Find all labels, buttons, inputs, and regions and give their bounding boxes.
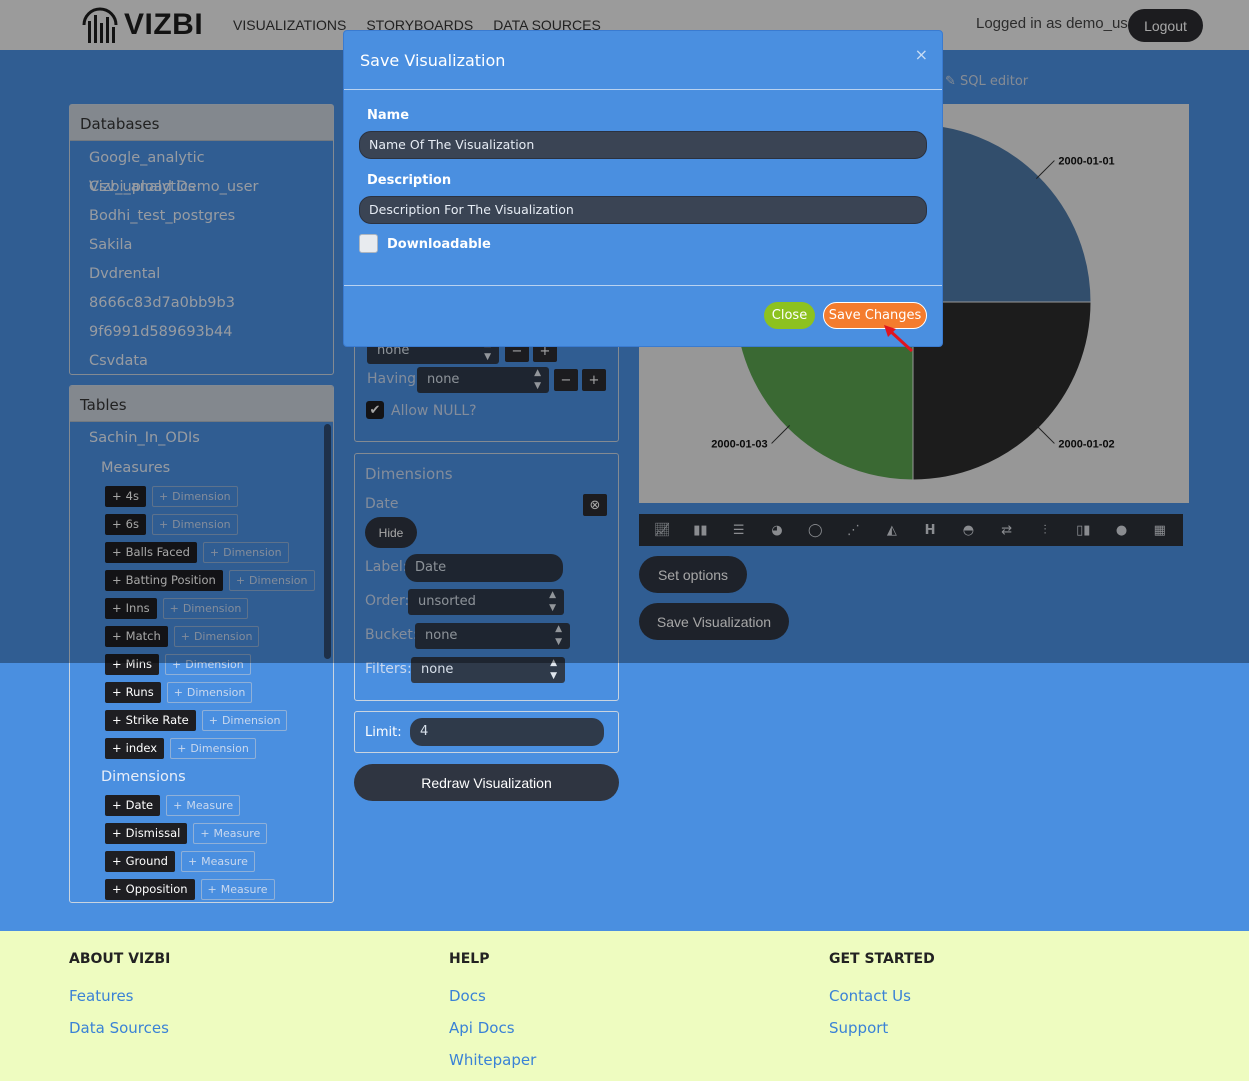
field-pill[interactable]: + Dismissal	[105, 822, 188, 844]
field-row: + Dismissal + Measure	[70, 819, 333, 847]
dimensions-heading: Dimensions	[101, 769, 186, 785]
field-row: + index + Dimension	[70, 734, 333, 762]
field-switch-label: Dimension	[190, 741, 249, 755]
footer-get-started: GET STARTED Contact Us Support	[829, 951, 935, 1050]
field-row: + Ground + Measure	[70, 847, 333, 875]
footer-started-title: GET STARTED	[829, 951, 935, 967]
footer-help-title: HELP	[449, 951, 490, 967]
description-input[interactable]: Description For The Visualization	[359, 196, 927, 224]
modal-divider-bottom	[344, 285, 942, 286]
field-pill[interactable]: + Ground	[105, 850, 175, 872]
plus-icon: +	[173, 685, 183, 699]
field-switch-label: Measure	[213, 826, 261, 840]
redraw-visualization-button[interactable]: Redraw Visualization	[354, 764, 619, 801]
limit-label: Limit:	[365, 725, 402, 740]
field-pill-label: index	[125, 740, 158, 755]
description-label: Description	[367, 173, 452, 188]
footer-link-data-sources[interactable]: Data Sources	[69, 1018, 170, 1050]
modal-close-icon[interactable]: ×	[915, 45, 928, 64]
field-switch-button[interactable]: + Measure	[180, 850, 255, 872]
plus-icon: +	[112, 712, 122, 727]
footer-link-support[interactable]: Support	[829, 1018, 935, 1050]
modal-title: Save Visualization	[360, 51, 506, 70]
plus-icon: +	[112, 881, 122, 896]
field-pill-label: Opposition	[125, 881, 188, 896]
field-row: + Date + Measure	[70, 791, 333, 819]
filters-label: Filters:	[365, 661, 412, 677]
plus-icon: +	[112, 684, 122, 699]
filters-select-value: none	[421, 662, 454, 677]
close-button[interactable]: Close	[764, 302, 815, 329]
field-pill[interactable]: + index	[105, 737, 165, 759]
footer-link-contact-us[interactable]: Contact Us	[829, 986, 935, 1018]
name-input[interactable]: Name Of The Visualization	[359, 131, 927, 159]
field-row: + Strike Rate + Dimension	[70, 706, 333, 734]
footer-link-whitepaper[interactable]: Whitepaper	[449, 1050, 536, 1081]
field-pill[interactable]: + Runs	[105, 681, 161, 703]
plus-icon: +	[200, 826, 210, 840]
limit-panel: Limit: 4	[354, 711, 619, 753]
field-switch-button[interactable]: + Dimension	[201, 709, 288, 731]
plus-icon: +	[112, 853, 122, 868]
cursor-arrow-icon	[884, 325, 914, 353]
footer-about-title: ABOUT VIZBI	[69, 951, 171, 967]
field-switch-button[interactable]: + Dimension	[170, 737, 256, 759]
field-pill-label: Runs	[125, 684, 154, 699]
field-pill[interactable]: + Date	[105, 794, 161, 816]
field-switch-button[interactable]: + Measure	[200, 878, 275, 900]
plus-icon: +	[208, 713, 218, 727]
footer-link-docs[interactable]: Docs	[449, 986, 536, 1018]
limit-input[interactable]: 4	[410, 718, 604, 746]
field-switch-button[interactable]: + Dimension	[166, 681, 253, 703]
field-pill[interactable]: + Strike Rate	[105, 709, 196, 731]
field-switch-button[interactable]: + Measure	[166, 794, 241, 816]
footer-link-api-docs[interactable]: Api Docs	[449, 1018, 536, 1050]
modal-divider-top	[344, 89, 942, 90]
field-switch-label: Measure	[201, 854, 248, 868]
footer-link-features[interactable]: Features	[69, 986, 170, 1018]
plus-icon: +	[207, 882, 217, 896]
field-switch-label: Measure	[220, 882, 268, 896]
plus-icon: +	[112, 740, 122, 755]
footer-help: HELP Docs Api Docs Whitepaper	[449, 951, 536, 1081]
footer: ABOUT VIZBI Features Data Sources HELP D…	[0, 931, 1249, 1081]
field-switch-label: Dimension	[186, 685, 246, 699]
field-pill-label: Strike Rate	[125, 712, 189, 727]
field-row: + Runs + Dimension	[70, 678, 333, 706]
dimensions-list: + Date + Measure + Dismissal + Measure + Ground + M…	[70, 791, 333, 902]
field-pill-label: Date	[125, 797, 154, 812]
field-pill-label: Dismissal	[125, 825, 181, 840]
field-switch-label: Measure	[186, 798, 234, 812]
footer-about: ABOUT VIZBI Features Data Sources	[69, 951, 170, 1050]
downloadable-label: Downloadable	[387, 237, 491, 252]
plus-icon: +	[112, 825, 122, 840]
name-label: Name	[367, 108, 410, 123]
field-pill[interactable]: + Opposition	[105, 878, 195, 900]
downloadable-checkbox[interactable]	[359, 234, 378, 253]
field-pill-label: Ground	[125, 853, 168, 868]
plus-icon: +	[187, 854, 198, 868]
field-switch-button[interactable]: + Measure	[193, 822, 268, 844]
field-switch-label: Dimension	[221, 713, 281, 727]
plus-icon: +	[173, 798, 183, 812]
plus-icon: +	[112, 797, 122, 812]
plus-icon: +	[177, 741, 187, 755]
field-row: + Opposition + Measure	[70, 875, 333, 902]
save-visualization-modal: Save Visualization × Name Name Of The Vi…	[343, 30, 943, 353]
